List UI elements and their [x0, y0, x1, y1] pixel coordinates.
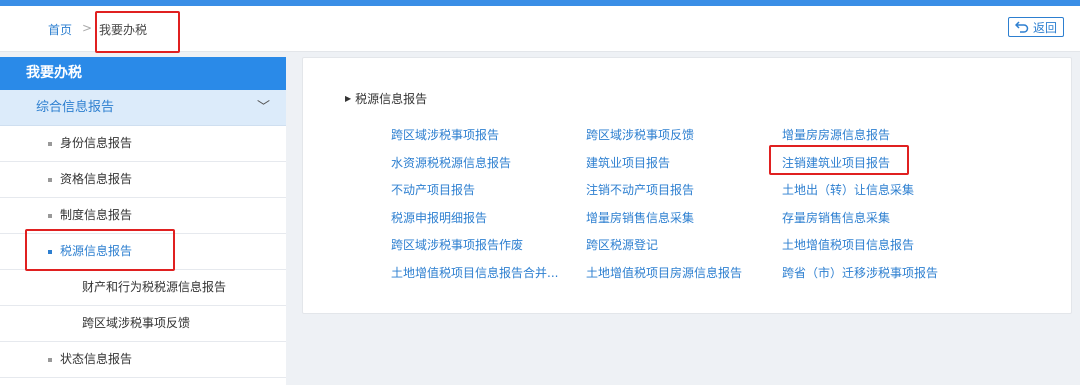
- sidebar-item-label: 状态信息报告: [60, 352, 133, 366]
- sidebar-item-label: 身份信息报告: [60, 136, 133, 150]
- back-button[interactable]: 返回: [1008, 17, 1064, 37]
- section-title: ▶ 税源信息报告: [345, 90, 427, 107]
- sidebar-title: 我要办税: [0, 57, 286, 90]
- content-panel: ▶ 税源信息报告 跨区域涉税事项报告 跨区域涉税事项反馈 增量房房源信息报告 水…: [302, 57, 1072, 314]
- chevron-down-icon: ﹀: [256, 100, 270, 115]
- sidebar-item-label: 税源信息报告: [60, 244, 133, 258]
- link-construction-project[interactable]: 建筑业项目报告: [586, 154, 670, 171]
- sidebar-subitem-property-behavior-tax[interactable]: 财产和行为税税源信息报告: [0, 270, 286, 306]
- link-cross-region-report[interactable]: 跨区域涉税事项报告: [391, 126, 499, 143]
- bullet-icon: [48, 142, 52, 146]
- sidebar-item-identity-report[interactable]: 身份信息报告: [0, 126, 286, 162]
- link-cross-region-tax-registration[interactable]: 跨区税源登记: [586, 236, 658, 253]
- breadcrumb-current: 我要办税: [99, 23, 148, 37]
- sidebar-item-label: 制度信息报告: [60, 208, 133, 222]
- sidebar-subitem-cross-region-feedback[interactable]: 跨区域涉税事项反馈: [0, 306, 286, 342]
- sidebar-item-tax-source-report[interactable]: 税源信息报告: [0, 234, 286, 270]
- return-arrow-icon: [1014, 21, 1029, 33]
- link-cross-region-feedback[interactable]: 跨区域涉税事项反馈: [586, 126, 694, 143]
- section-title-label: 税源信息报告: [355, 92, 428, 106]
- sidebar-group-label: 综合信息报告: [36, 100, 115, 115]
- sidebar: 我要办税 综合信息报告 ﹀ 身份信息报告 资格信息报告 制度信息报告 税源信息报…: [0, 57, 286, 385]
- link-cancel-real-estate-project[interactable]: 注销不动产项目报告: [586, 181, 694, 198]
- link-water-resource-tax[interactable]: 水资源税税源信息报告: [391, 154, 511, 171]
- bullet-icon: [48, 358, 52, 362]
- bullet-icon: [48, 250, 52, 254]
- back-button-label: 返回: [1032, 20, 1057, 35]
- breadcrumb-separator: >: [82, 21, 93, 35]
- link-tax-declaration-detail[interactable]: 税源申报明细报告: [391, 209, 487, 226]
- link-land-transfer-info[interactable]: 土地出（转）让信息采集: [782, 181, 914, 198]
- breadcrumb-home-link[interactable]: 首页: [48, 21, 72, 38]
- sidebar-item-qualification-report[interactable]: 资格信息报告: [0, 162, 286, 198]
- link-existing-house-sales[interactable]: 存量房销售信息采集: [782, 209, 890, 226]
- link-land-vat-project[interactable]: 土地增值税项目信息报告: [782, 236, 914, 253]
- link-cross-province-migration[interactable]: 跨省（市）迁移涉税事项报告: [782, 264, 938, 281]
- link-real-estate-project[interactable]: 不动产项目报告: [391, 181, 475, 198]
- link-land-vat-merge[interactable]: 土地增值税项目信息报告合并...: [391, 264, 558, 281]
- triangle-right-icon: ▶: [345, 94, 352, 103]
- bullet-icon: [48, 178, 52, 182]
- link-new-house-source[interactable]: 增量房房源信息报告: [782, 126, 890, 143]
- link-cross-region-void[interactable]: 跨区域涉税事项报告作废: [391, 236, 523, 253]
- sidebar-group-comprehensive-report[interactable]: 综合信息报告 ﹀: [0, 90, 286, 126]
- sidebar-item-status-report[interactable]: 状态信息报告: [0, 342, 286, 378]
- link-cancel-construction-project[interactable]: 注销建筑业项目报告: [782, 154, 890, 171]
- bullet-icon: [48, 214, 52, 218]
- link-land-vat-house-source[interactable]: 土地增值税项目房源信息报告: [586, 264, 742, 281]
- sidebar-item-label: 资格信息报告: [60, 172, 133, 186]
- link-new-house-sales[interactable]: 增量房销售信息采集: [586, 209, 694, 226]
- breadcrumb-bar: 首页 > 我要办税 返回: [0, 6, 1080, 52]
- sidebar-item-system-report[interactable]: 制度信息报告: [0, 198, 286, 234]
